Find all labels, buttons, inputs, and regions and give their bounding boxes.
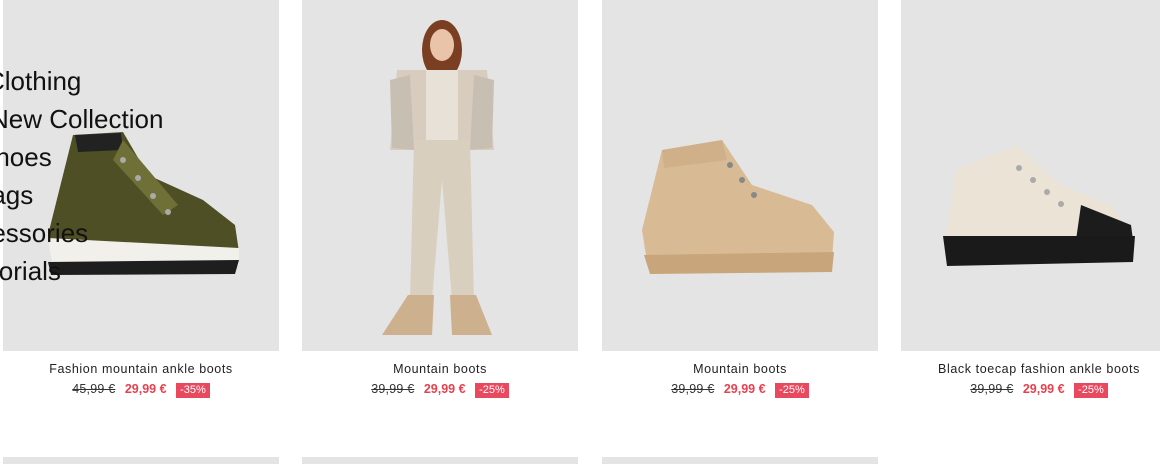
product-name[interactable]: Mountain boots — [302, 362, 578, 376]
menu-item-editorials[interactable]: Editorials — [0, 252, 200, 290]
product-card[interactable]: Mountain boots 39,99 € 29,99 € -25% — [302, 0, 578, 398]
product-card-next-row[interactable] — [602, 457, 878, 464]
product-card-next-row[interactable] — [302, 457, 578, 464]
product-card-next-row[interactable] — [3, 457, 279, 464]
product-card[interactable]: Black toecap fashion ankle boots 39,99 €… — [901, 0, 1160, 398]
old-price: 39,99 € — [671, 382, 715, 396]
beige-boot-image — [642, 140, 834, 274]
menu-item-accessories[interactable]: Accessories — [0, 214, 200, 252]
product-name[interactable]: Fashion mountain ankle boots — [3, 362, 279, 376]
discount-badge: -25% — [475, 383, 509, 398]
discount-badge: -35% — [176, 383, 210, 398]
product-image[interactable] — [602, 0, 878, 351]
old-price: 39,99 € — [970, 382, 1014, 396]
menu-item-clothing[interactable]: Clothing — [0, 62, 200, 100]
product-card[interactable]: Mountain boots 39,99 € 29,99 € -25% — [602, 0, 878, 398]
category-menu: Clothing New Collection Shoes Bags Acces… — [0, 62, 200, 290]
old-price: 39,99 € — [371, 382, 415, 396]
toecap-boot-image — [943, 145, 1135, 266]
sale-price: 29,99 € — [124, 382, 167, 396]
sale-price: 29,99 € — [1022, 382, 1065, 396]
product-name[interactable]: Mountain boots — [602, 362, 878, 376]
product-image[interactable] — [302, 0, 578, 351]
product-image[interactable] — [901, 0, 1160, 351]
menu-item-shoes[interactable]: Shoes — [0, 138, 200, 176]
product-name[interactable]: Black toecap fashion ankle boots — [901, 362, 1160, 376]
sale-price: 29,99 € — [423, 382, 466, 396]
menu-item-new-collection[interactable]: New Collection — [0, 100, 200, 138]
model-image — [382, 20, 494, 335]
sale-price: 29,99 € — [723, 382, 766, 396]
discount-badge: -25% — [775, 383, 809, 398]
discount-badge: -25% — [1074, 383, 1108, 398]
menu-item-bags[interactable]: Bags — [0, 176, 200, 214]
old-price: 45,99 € — [72, 382, 116, 396]
